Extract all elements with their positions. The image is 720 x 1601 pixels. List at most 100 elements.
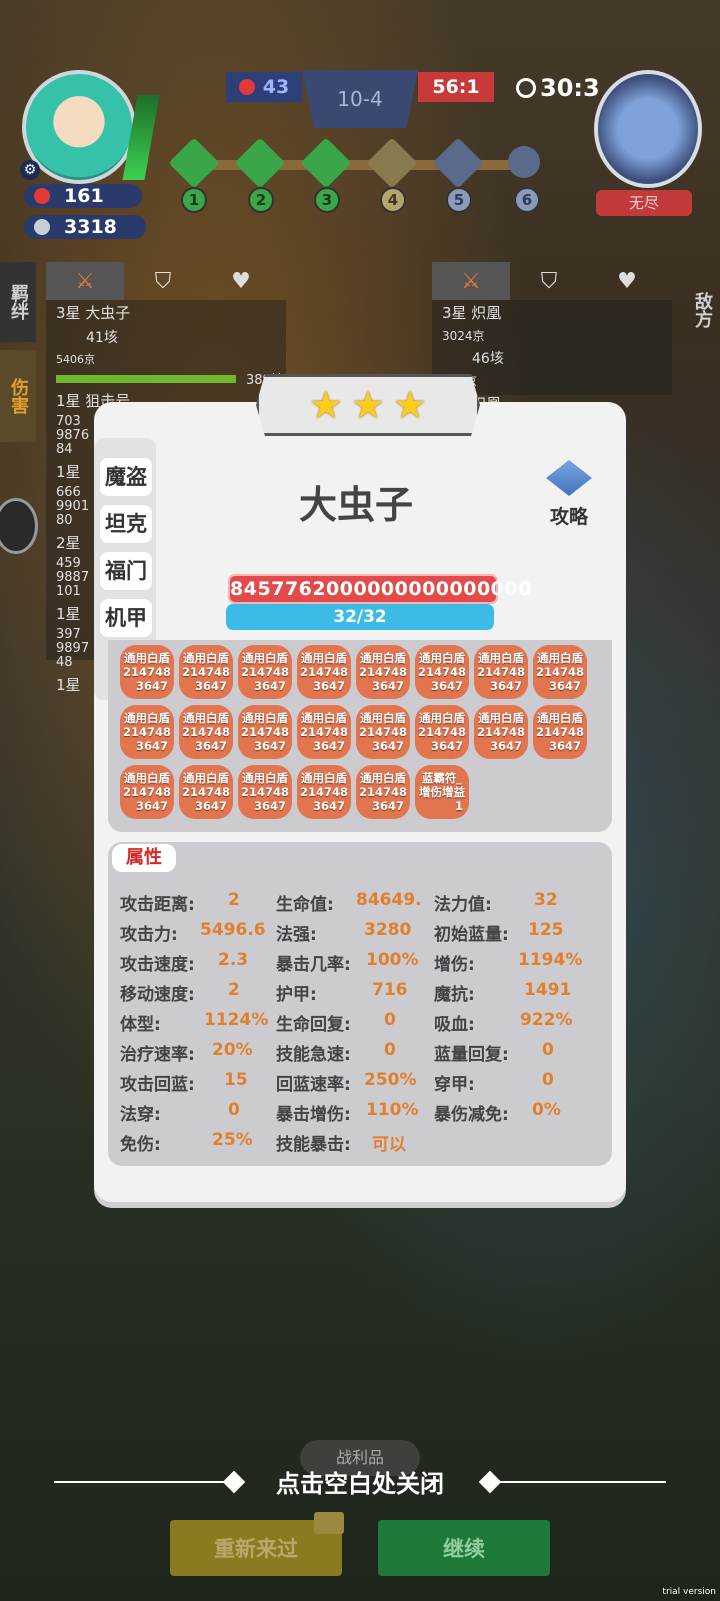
- blue-score: 43: [226, 72, 302, 102]
- close-hint[interactable]: 点击空白处关闭: [0, 1462, 720, 1502]
- attr-label: 移动速度:: [120, 985, 195, 1005]
- gold-pill: 3318: [24, 215, 146, 239]
- item-slot[interactable]: 通用白盾 214748 3647: [179, 645, 233, 699]
- attr-value: 250%: [364, 1070, 417, 1090]
- guide-button[interactable]: 攻略: [538, 460, 600, 528]
- trait-tag[interactable]: 坦克: [100, 505, 152, 543]
- attr-value: 716: [372, 980, 408, 1000]
- item-slot[interactable]: 通用白盾 214748 3647: [297, 705, 351, 759]
- retry-button[interactable]: 重新来过: [170, 1512, 344, 1576]
- item-slot[interactable]: 通用白盾 214748 3647: [179, 765, 233, 819]
- item-value: 3647: [548, 739, 581, 753]
- attr-value: 0: [384, 1040, 396, 1060]
- item-value: 214748: [122, 785, 171, 799]
- item-name: 通用白盾: [419, 651, 465, 665]
- attr-row: 法力值: 32: [434, 890, 558, 915]
- item-name: 通用白盾: [301, 651, 347, 665]
- item-slot[interactable]: 通用白盾 214748 3647: [533, 705, 587, 759]
- right-stat-tabs: ⚔ ⛉ ♥: [432, 262, 666, 300]
- item-slot[interactable]: 通用白盾 214748 3647: [120, 645, 174, 699]
- item-slot[interactable]: 通用白盾 214748 3647: [474, 645, 528, 699]
- enemy-heart-icon[interactable]: ♥: [588, 262, 666, 300]
- attr-label: 技能暴击:: [276, 1135, 351, 1155]
- stage-num-1: 1: [181, 187, 207, 213]
- attr-label: 法穿:: [120, 1105, 161, 1125]
- attr-label: 技能急速:: [276, 1045, 351, 1065]
- enemy-avatar[interactable]: [594, 70, 702, 188]
- heart-tab-icon[interactable]: ♥: [202, 262, 280, 300]
- attr-value: 110%: [366, 1100, 419, 1120]
- stage-num-5: 5: [446, 187, 472, 213]
- item-slot[interactable]: 通用白盾 214748 3647: [415, 645, 469, 699]
- attr-row: 暴伤减免: 0%: [434, 1100, 561, 1125]
- item-name: 通用白盾: [183, 771, 229, 785]
- equipment-grid: 通用白盾 214748 3647 通用白盾 214748 3647 通用白盾 214748…: [108, 640, 612, 832]
- item-slot[interactable]: 通用白盾 214748 3647: [179, 705, 233, 759]
- item-value: 214748: [181, 785, 230, 799]
- item-value: 3647: [312, 739, 345, 753]
- attr-value: 125: [528, 920, 564, 940]
- tab-damage[interactable]: 伤害: [0, 350, 36, 442]
- trait-tag[interactable]: 魔盗: [100, 458, 152, 496]
- trait-tag[interactable]: 机甲: [100, 599, 152, 637]
- item-slot[interactable]: 通用白盾 214748 3647: [533, 645, 587, 699]
- sword-icon[interactable]: ⚔: [46, 262, 124, 300]
- item-slot[interactable]: 通用白盾 214748 3647: [120, 765, 174, 819]
- list-value: 101: [56, 584, 81, 599]
- clock-icon: [516, 78, 536, 98]
- item-slot[interactable]: 通用白盾 214748 3647: [297, 645, 351, 699]
- item-name: 通用白盾: [360, 771, 406, 785]
- item-value: 3647: [135, 739, 168, 753]
- item-value: 3647: [371, 799, 404, 813]
- list-value: 5406京: [56, 353, 95, 366]
- attr-row: 体型: 1124%: [120, 1010, 268, 1035]
- attr-value: 922%: [520, 1010, 573, 1030]
- item-slot[interactable]: 通用白盾 214748 3647: [356, 705, 410, 759]
- shield-icon[interactable]: ⛉: [124, 262, 202, 300]
- item-value: 3647: [371, 679, 404, 693]
- item-slot[interactable]: 通用白盾 214748 3647: [474, 705, 528, 759]
- attr-value: 0%: [532, 1100, 561, 1120]
- item-name: 通用白盾: [183, 711, 229, 725]
- item-value: 3647: [194, 679, 227, 693]
- trait-tag[interactable]: 福门: [100, 552, 152, 590]
- item-value: 3647: [253, 799, 286, 813]
- attributes-title: 属性: [112, 844, 176, 872]
- tab-bond[interactable]: 羁绊: [0, 262, 36, 342]
- gear-icon[interactable]: ⚙: [20, 160, 40, 180]
- item-slot[interactable]: 通用白盾 214748 3647: [238, 705, 292, 759]
- continue-button[interactable]: 继续: [378, 1520, 550, 1576]
- item-value: 214748: [417, 665, 466, 679]
- attr-label: 法力值:: [434, 895, 492, 915]
- list-hp-row: 389垓: [46, 369, 286, 388]
- item-value: 214748: [122, 665, 171, 679]
- item-slot[interactable]: 通用白盾 214748 3647: [415, 705, 469, 759]
- item-slot[interactable]: 通用白盾 214748 3647: [238, 645, 292, 699]
- attr-label: 攻击回蓝:: [120, 1075, 195, 1095]
- attr-value: 1124%: [204, 1010, 269, 1030]
- item-value: 增伤增益: [419, 785, 465, 799]
- attr-label: 攻击力:: [120, 925, 178, 945]
- item-slot[interactable]: 通用白盾 214748 3647: [297, 765, 351, 819]
- enemy-shield-icon[interactable]: ⛉: [510, 262, 588, 300]
- item-value: 214748: [122, 725, 171, 739]
- attr-label: 攻击速度:: [120, 955, 195, 975]
- list-value: 666: [56, 485, 81, 500]
- tab-enemy[interactable]: 敌方: [684, 270, 720, 350]
- item-value: 214748: [358, 725, 407, 739]
- hero-hp: 8457762000000000000000: [228, 574, 531, 604]
- item-slot[interactable]: 通用白盾 214748 3647: [120, 705, 174, 759]
- attr-value: 25%: [212, 1130, 253, 1150]
- item-slot[interactable]: 通用白盾 214748 3647: [238, 765, 292, 819]
- attr-value: 2: [228, 980, 240, 1000]
- attr-row: 法穿: 0: [120, 1100, 240, 1125]
- list-value: 459: [56, 556, 81, 571]
- stage-num-3: 3: [314, 187, 340, 213]
- item-value: 3647: [312, 679, 345, 693]
- attr-label: 暴击几率:: [276, 955, 351, 975]
- enemy-sword-icon[interactable]: ⚔: [432, 262, 510, 300]
- item-slot[interactable]: 蓝霸符_ 增伤增益 1: [415, 765, 469, 819]
- item-slot[interactable]: 通用白盾 214748 3647: [356, 645, 410, 699]
- item-slot[interactable]: 通用白盾 214748 3647: [356, 765, 410, 819]
- attr-row: 技能暴击: 可以: [276, 1130, 406, 1155]
